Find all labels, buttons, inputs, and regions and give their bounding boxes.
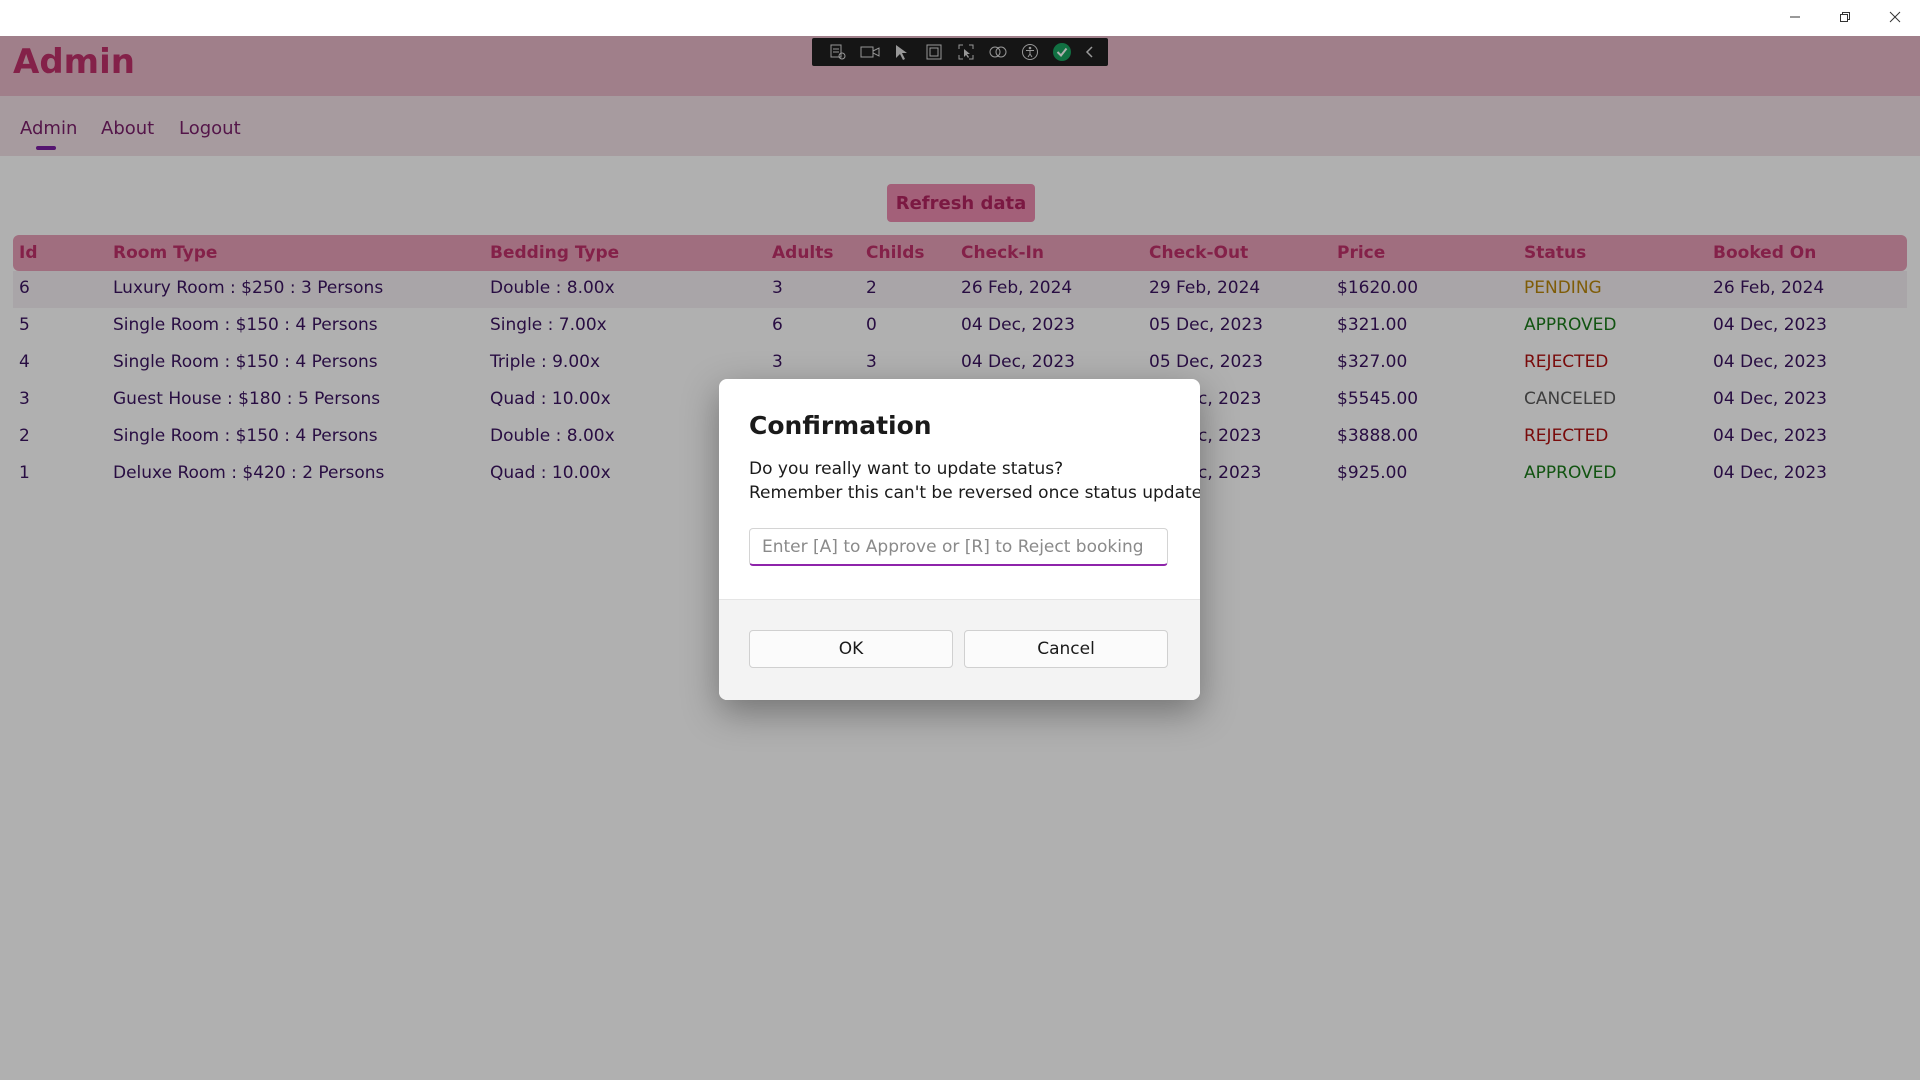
close-icon[interactable]	[1870, 0, 1920, 34]
dialog-message-line-1: Do you really want to update status?	[749, 459, 1064, 479]
dialog-footer: OK Cancel	[719, 599, 1200, 700]
status-input[interactable]	[749, 528, 1168, 566]
maximize-icon[interactable]	[1820, 0, 1870, 34]
cancel-button[interactable]: Cancel	[964, 630, 1168, 668]
dialog-title: Confirmation	[749, 411, 932, 440]
confirmation-dialog: Confirmation Do you really want to updat…	[719, 379, 1200, 700]
ok-button[interactable]: OK	[749, 630, 953, 668]
window-titlebar	[0, 0, 1920, 36]
dialog-message-line-2: Remember this can't be reversed once sta…	[749, 483, 1200, 503]
minimize-icon[interactable]	[1770, 0, 1820, 34]
